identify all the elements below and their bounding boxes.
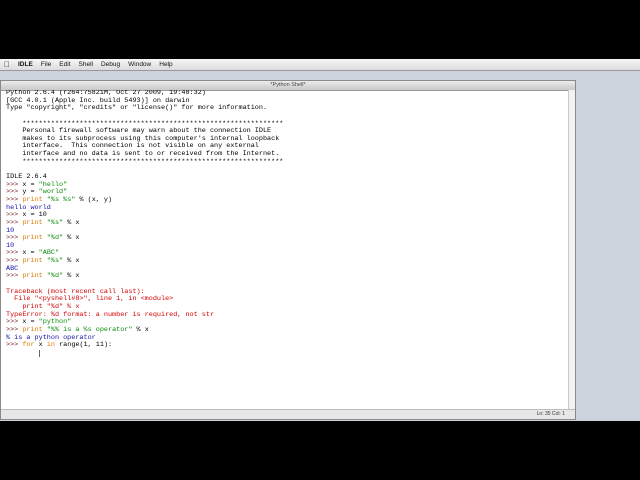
menu-shell[interactable]: Shell xyxy=(75,59,97,70)
letterbox-top xyxy=(0,0,640,59)
shell-text-kw: print xyxy=(22,218,47,227)
shell-text-str: "%d" xyxy=(46,234,64,243)
shell-text-kw: print xyxy=(22,234,47,243)
shell-line: 10 xyxy=(6,227,566,236)
shell-text-plain: % x xyxy=(63,218,80,227)
vertical-scrollbar[interactable] xyxy=(568,90,575,410)
python-shell-window: *Python Shell* Python 2.6.4 (r264:75821M… xyxy=(0,80,576,420)
shell-line: File "<pyshell#8>", line 1, in <module> xyxy=(6,295,566,304)
shell-line: ABC xyxy=(6,265,566,274)
line-col-indicator: Ln: 35 Col: 1 xyxy=(536,411,565,417)
shell-line: >>> x = "hello" xyxy=(6,181,566,190)
shell-text-str: "%s" xyxy=(46,257,64,266)
shell-text-plain: % x xyxy=(63,272,80,281)
shell-line: IDLE 2.6.4 xyxy=(6,173,566,182)
shell-text-plain: % x xyxy=(132,325,149,334)
shell-text-plain: % x xyxy=(63,257,80,266)
shell-text-kw: for xyxy=(22,341,39,350)
shell-line: >>> x = 10 xyxy=(6,211,566,220)
shell-text-plain: % x xyxy=(63,234,80,243)
shell-line: hello world xyxy=(6,204,566,213)
letterbox-bottom xyxy=(0,421,640,480)
menu-bar:  IDLE File Edit Shell Debug Window Help xyxy=(0,59,640,71)
shell-text-plain: x xyxy=(38,341,47,350)
shell-line xyxy=(6,349,566,358)
shell-text-prompt: >>> xyxy=(6,341,23,350)
apple-icon[interactable]:  xyxy=(0,59,14,70)
menu-edit[interactable]: Edit xyxy=(55,59,74,70)
shell-text-str: "%s" xyxy=(46,218,64,227)
shell-line: >>> print "%s" % x xyxy=(6,218,566,228)
menu-help[interactable]: Help xyxy=(155,59,176,70)
menu-debug[interactable]: Debug xyxy=(97,59,124,70)
shell-line: 10 xyxy=(6,242,566,251)
menu-file[interactable]: File xyxy=(37,59,55,70)
shell-line: >>> print "%s %s" % (x, y) xyxy=(6,195,566,205)
shell-line: Type "copyright", "credits" or "license(… xyxy=(6,104,566,113)
shell-line: ****************************************… xyxy=(6,157,566,167)
shell-line: >>> print "%d" % x xyxy=(6,234,566,243)
status-bar: Ln: 35 Col: 1 xyxy=(1,409,575,419)
shell-text-kw: print xyxy=(22,257,47,266)
text-cursor xyxy=(38,349,40,357)
shell-line: >>> x = "ABC" xyxy=(6,250,566,258)
shell-text-plain: Type "copyright", "credits" or "license(… xyxy=(6,104,268,113)
shell-text-plain: % (x, y) xyxy=(75,195,113,204)
shell-text-area[interactable]: Python 2.6.4 (r264:75821M, Oct 27 2009, … xyxy=(6,90,566,410)
shell-text-kw: in xyxy=(46,341,60,350)
shell-line: >>> for x in range(1, 11): xyxy=(6,341,566,350)
shell-text-plain: ****************************************… xyxy=(6,157,284,166)
menu-app-idle[interactable]: IDLE xyxy=(14,59,37,70)
shell-text-plain: range(1, 11): xyxy=(59,341,113,350)
shell-text-str: "%d" xyxy=(46,272,64,281)
shell-text-kw: print xyxy=(22,272,47,281)
shell-line: >>> print "%s" % x xyxy=(6,257,566,266)
shell-line: TypeError: %d format: a number is requir… xyxy=(6,311,566,320)
shell-text-plain xyxy=(6,350,39,358)
shell-text-str: "%s %s" xyxy=(46,195,76,204)
shell-text-prompt: >>> xyxy=(6,272,23,281)
menu-window[interactable]: Window xyxy=(124,59,155,70)
shell-line: >>> print "%d" % x xyxy=(6,273,566,281)
